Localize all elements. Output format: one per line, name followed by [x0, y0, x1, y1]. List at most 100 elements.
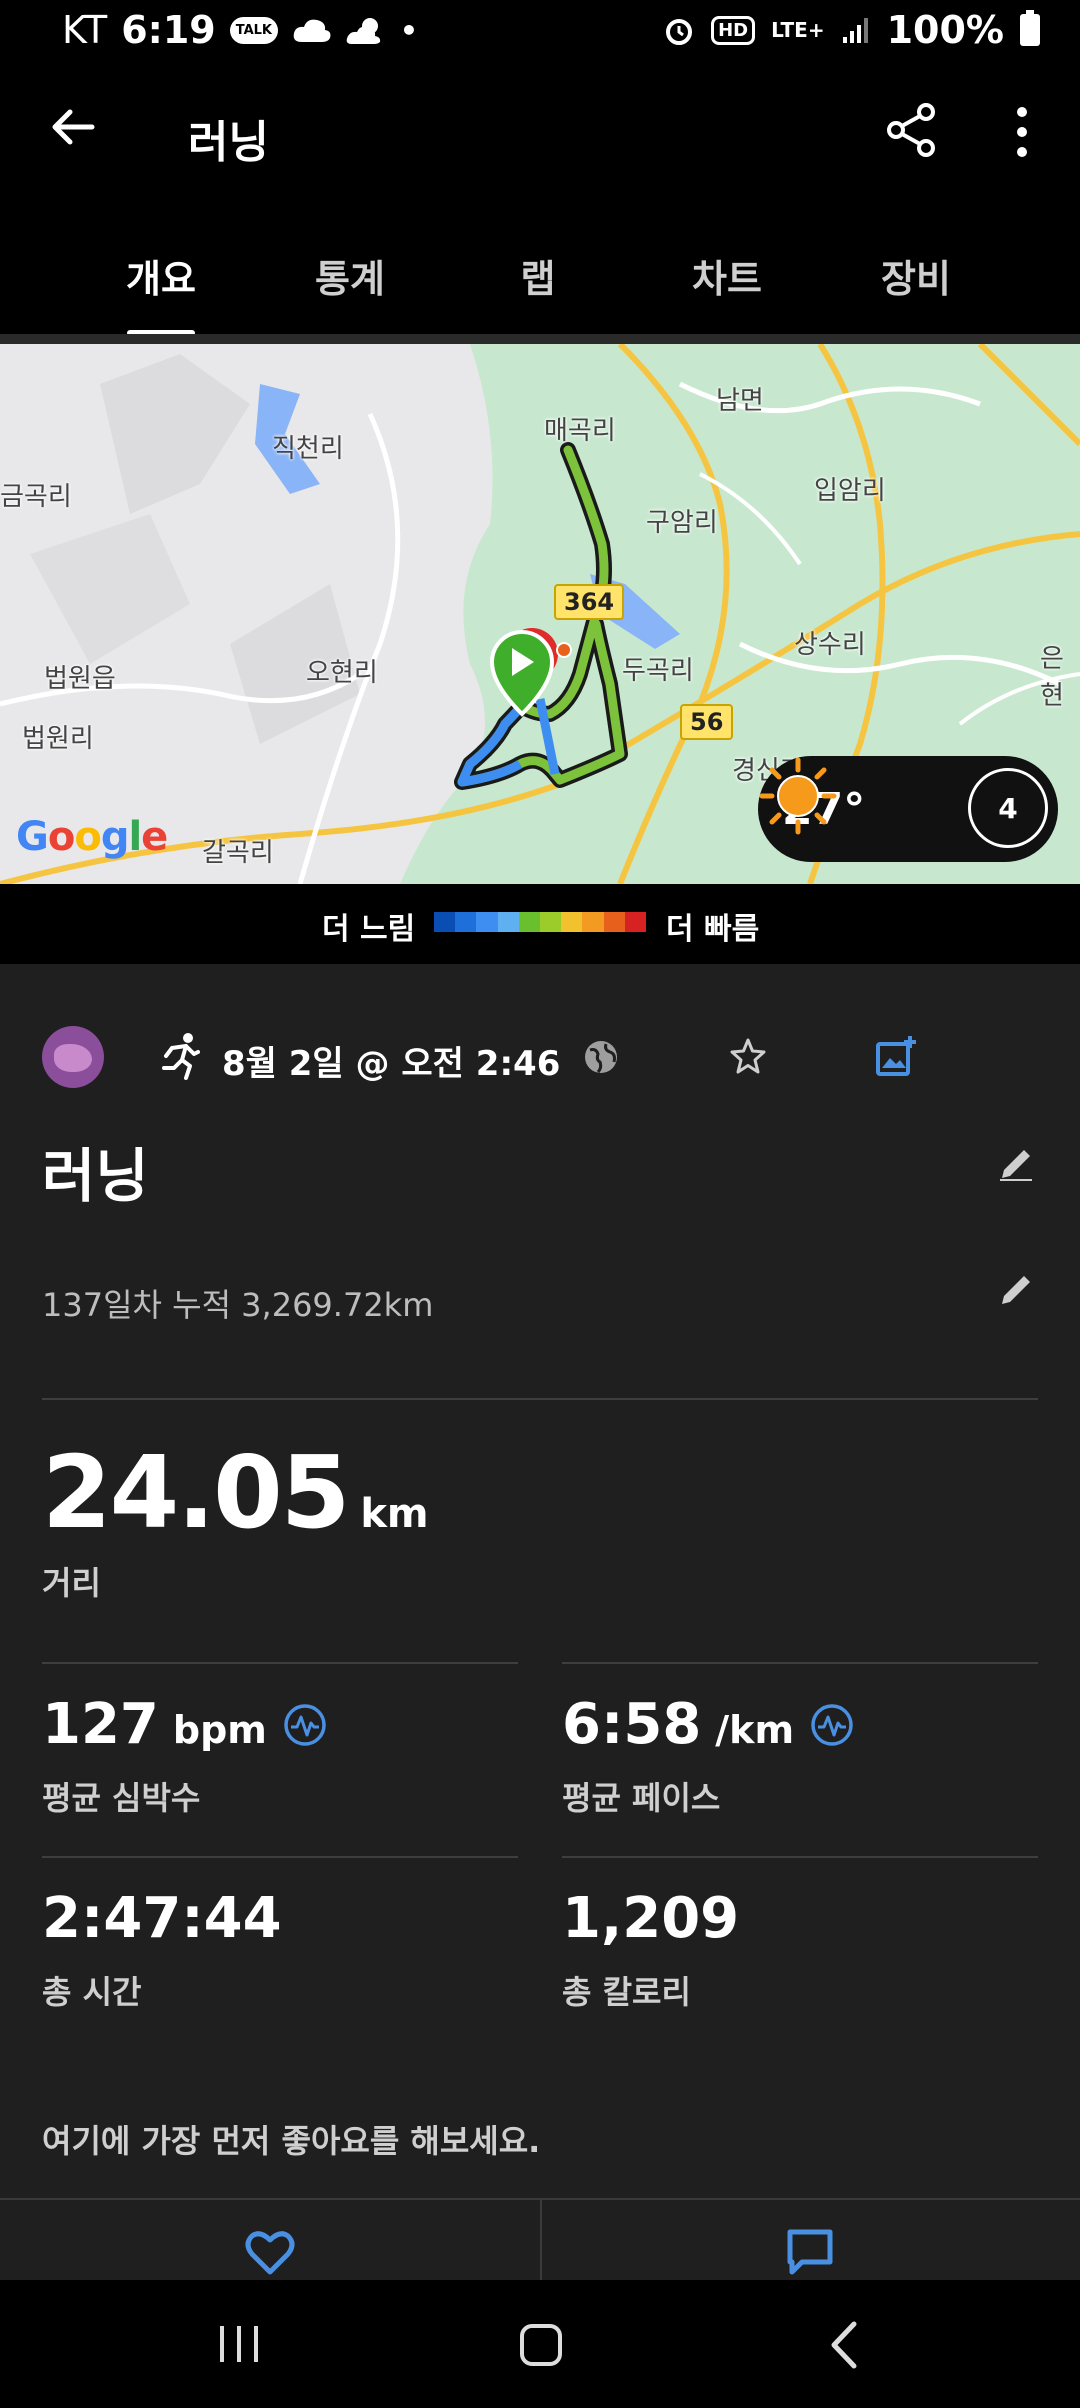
tab-stats[interactable]: 통계 — [275, 248, 425, 303]
pace-color-swatch — [582, 912, 604, 932]
tab-gear[interactable]: 장비 — [841, 248, 991, 303]
pace-color-swatch — [434, 912, 456, 932]
status-right: HD LTE+ 100% — [663, 8, 1040, 52]
stat-value: 1,209 — [562, 1886, 740, 1951]
map-label: 오현리 — [306, 658, 378, 688]
wind-speed-icon: 4 — [968, 768, 1048, 848]
lte-icon: LTE+ — [771, 18, 825, 42]
map-label: 법원리 — [22, 724, 94, 754]
route-shield: 56 — [680, 704, 734, 740]
social-action-bar — [0, 2198, 1080, 2282]
divider — [42, 1856, 518, 1858]
distance-number: 24.05 — [42, 1434, 350, 1551]
like-heart-icon[interactable] — [244, 2226, 296, 2278]
activity-date: 8월 2일 @ 오전 2:46 — [222, 1044, 561, 1084]
edit-title-pencil-icon[interactable] — [996, 1144, 1036, 1184]
stat-label: 총 칼로리 — [562, 1973, 691, 2011]
back-arrow-icon[interactable] — [48, 102, 98, 152]
stat-label: 평균 심박수 — [42, 1779, 201, 1817]
map-label: 구암리 — [646, 508, 718, 538]
clock: 6:19 — [121, 8, 216, 52]
pace-color-swatch — [518, 912, 541, 932]
more-options-icon[interactable] — [1010, 106, 1034, 158]
alarm-icon — [666, 19, 693, 45]
battery-percent: 100% — [886, 8, 1004, 52]
route-shield: 364 — [554, 584, 625, 620]
pace-color-swatch — [540, 912, 562, 932]
total-time-stat: 2:47:44 총 시간 — [42, 1886, 282, 2013]
divider — [562, 1856, 1038, 1858]
pace-legend: 더 느림 더 빠름 — [0, 884, 1080, 964]
signal-icon — [842, 18, 868, 43]
map-label: 직천리 — [272, 434, 344, 464]
pace-color-swatch — [476, 912, 498, 932]
home-icon[interactable] — [520, 2324, 562, 2366]
status-bar: KT 6:19 TALK • HD LTE+ 100% — [0, 0, 1080, 62]
distance-value: 24.05 km — [42, 1434, 429, 1551]
route-map[interactable]: 직천리 매곡리 남면 입암리 구암리 금곡리 오현리 법원읍 법원리 두곡리 상… — [0, 344, 1080, 884]
divider — [42, 1398, 1038, 1400]
heart-rate-icon — [284, 1703, 326, 1746]
tab-laps[interactable]: 랩 — [463, 248, 613, 303]
pace-color-swatch — [455, 912, 477, 932]
tab-divider — [0, 334, 1080, 344]
activity-description: 137일차 누적 3,269.72km — [42, 1286, 434, 1324]
avatar[interactable] — [42, 1026, 104, 1088]
activity-title: 러닝 — [42, 1142, 149, 1210]
weather-badge: 27° 4 — [758, 756, 1058, 862]
privacy-globe-icon[interactable] — [582, 1038, 620, 1076]
add-photo-icon[interactable] — [874, 1034, 918, 1078]
recent-apps-icon[interactable] — [214, 2324, 264, 2364]
page-title: 러닝 — [188, 117, 269, 168]
app-bar: 러닝 — [0, 62, 1080, 212]
stat-unit: /km — [715, 1708, 795, 1752]
kakaotalk-icon: TALK — [229, 16, 278, 44]
activity-meta-row: 8월 2일 @ 오전 2:46 — [0, 994, 1080, 1114]
cloud-icon — [293, 19, 331, 42]
pace-color-swatch — [624, 912, 647, 932]
notification-dot: • — [400, 13, 418, 47]
divider — [562, 1662, 1038, 1664]
favorite-star-icon[interactable] — [728, 1036, 768, 1076]
stat-label: 총 시간 — [42, 1973, 142, 2011]
stat-value: 2:47:44 — [42, 1886, 282, 1951]
stat-label: 평균 페이스 — [562, 1779, 721, 1817]
avg-pace-stat[interactable]: 6:58 /km 평균 페이스 — [562, 1692, 854, 1819]
total-calories-stat: 1,209 총 칼로리 — [562, 1886, 739, 2013]
pace-color-scale — [434, 912, 647, 932]
system-navigation-bar — [0, 2280, 1080, 2408]
sunny-icon — [759, 757, 837, 835]
map-label: 남면 — [716, 386, 764, 416]
action-divider — [540, 2200, 542, 2282]
map-label: 갈곡리 — [202, 838, 274, 868]
pace-icon — [811, 1703, 853, 1746]
map-label: 상수리 — [794, 630, 866, 660]
avg-heart-rate-stat[interactable]: 127 bpm 평균 심박수 — [42, 1692, 327, 1819]
tab-charts[interactable]: 차트 — [652, 248, 802, 303]
tab-bar: 개요 통계 랩 차트 장비 — [0, 240, 1080, 340]
divider — [42, 1662, 518, 1664]
status-left: KT 6:19 TALK • — [62, 8, 418, 52]
battery-icon — [1020, 10, 1040, 46]
carrier-name: KT — [62, 8, 108, 52]
comment-icon[interactable] — [786, 2228, 834, 2276]
google-attribution: Google — [16, 814, 168, 860]
like-prompt: 여기에 가장 먼저 좋아요를 해보세요. — [42, 2122, 541, 2160]
map-label: 금곡리 — [0, 482, 72, 512]
legend-fast-label: 더 빠름 — [666, 912, 760, 947]
edit-description-pencil-icon[interactable] — [996, 1270, 1036, 1310]
stat-value: 6:58 — [562, 1692, 702, 1757]
tab-overview[interactable]: 개요 — [86, 248, 236, 303]
map-label: 매곡리 — [544, 416, 616, 446]
nav-back-icon[interactable] — [826, 2320, 860, 2370]
map-label: 입암리 — [814, 476, 886, 506]
distance-label: 거리 — [42, 1564, 101, 1602]
pace-color-swatch — [603, 912, 625, 932]
map-label: 은현 — [1040, 644, 1064, 711]
map-label: 법원읍 — [44, 664, 116, 694]
distance-unit: km — [360, 1491, 429, 1537]
pace-color-swatch — [561, 912, 583, 932]
activity-summary: 8월 2일 @ 오전 2:46 러닝 137일차 누적 3,269.72km 2… — [0, 964, 1080, 2282]
partly-cloudy-icon — [346, 18, 381, 44]
share-icon[interactable] — [884, 102, 940, 158]
